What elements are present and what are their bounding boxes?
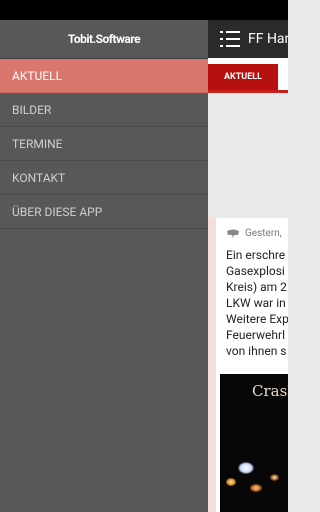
action-bar: FF Han <box>208 20 288 58</box>
article-line: Feuerwehrl <box>226 328 285 342</box>
drawer-item-label: BILDER <box>12 102 52 117</box>
drawer-item-termine[interactable]: TERMINE <box>0 127 208 161</box>
article-line: Kreis) am 2 <box>226 280 287 294</box>
navigation-drawer: Tobit.Software AKTUELL BILDER TERMINE KO… <box>0 20 208 512</box>
drawer-header: Tobit.Software <box>0 20 208 59</box>
drawer-item-label: ÜBER DIESE APP <box>12 204 103 219</box>
drawer-item-aktuell[interactable]: AKTUELL <box>0 59 208 93</box>
post-time: Gestern, <box>245 228 282 239</box>
drawer-item-label: KONTAKT <box>12 170 66 185</box>
photo-caption: Crash <box>252 382 288 400</box>
app-title: FF Han <box>248 31 288 47</box>
article-line: von ihnen s <box>226 344 287 358</box>
news-card[interactable]: Gestern, Ein erschre Gasexplosi Kreis) a… <box>216 218 288 512</box>
photo-light <box>250 484 262 492</box>
drawer-item-kontakt[interactable]: KONTAKT <box>0 161 208 195</box>
article-text: Ein erschre Gasexplosi Kreis) am 2 LKW w… <box>216 239 288 359</box>
photo-light <box>226 478 236 486</box>
drawer-item-label: TERMINE <box>12 136 63 151</box>
photo-light <box>238 462 254 474</box>
brand-logo: Tobit.Software <box>67 32 141 46</box>
card-meta: Gestern, <box>216 218 288 239</box>
status-bar <box>0 0 288 20</box>
tab-aktuell[interactable]: AKTUELL <box>208 64 278 90</box>
article-photo[interactable]: Crash <box>220 374 288 512</box>
drawer-item-label: AKTUELL <box>12 68 63 83</box>
article-line: Weitere Exp <box>226 312 288 326</box>
article-line: Ein erschre <box>226 248 286 262</box>
source-icon <box>227 229 239 238</box>
tab-bar: AKTUELL <box>208 58 288 93</box>
drawer-item-bilder[interactable]: BILDER <box>0 93 208 127</box>
article-line: LKW war in <box>226 296 286 310</box>
drawer-item-ueber-diese-app[interactable]: ÜBER DIESE APP <box>0 195 208 229</box>
photo-light <box>270 474 279 481</box>
article-line: Gasexplosi <box>226 264 285 278</box>
menu-icon[interactable] <box>220 31 240 47</box>
